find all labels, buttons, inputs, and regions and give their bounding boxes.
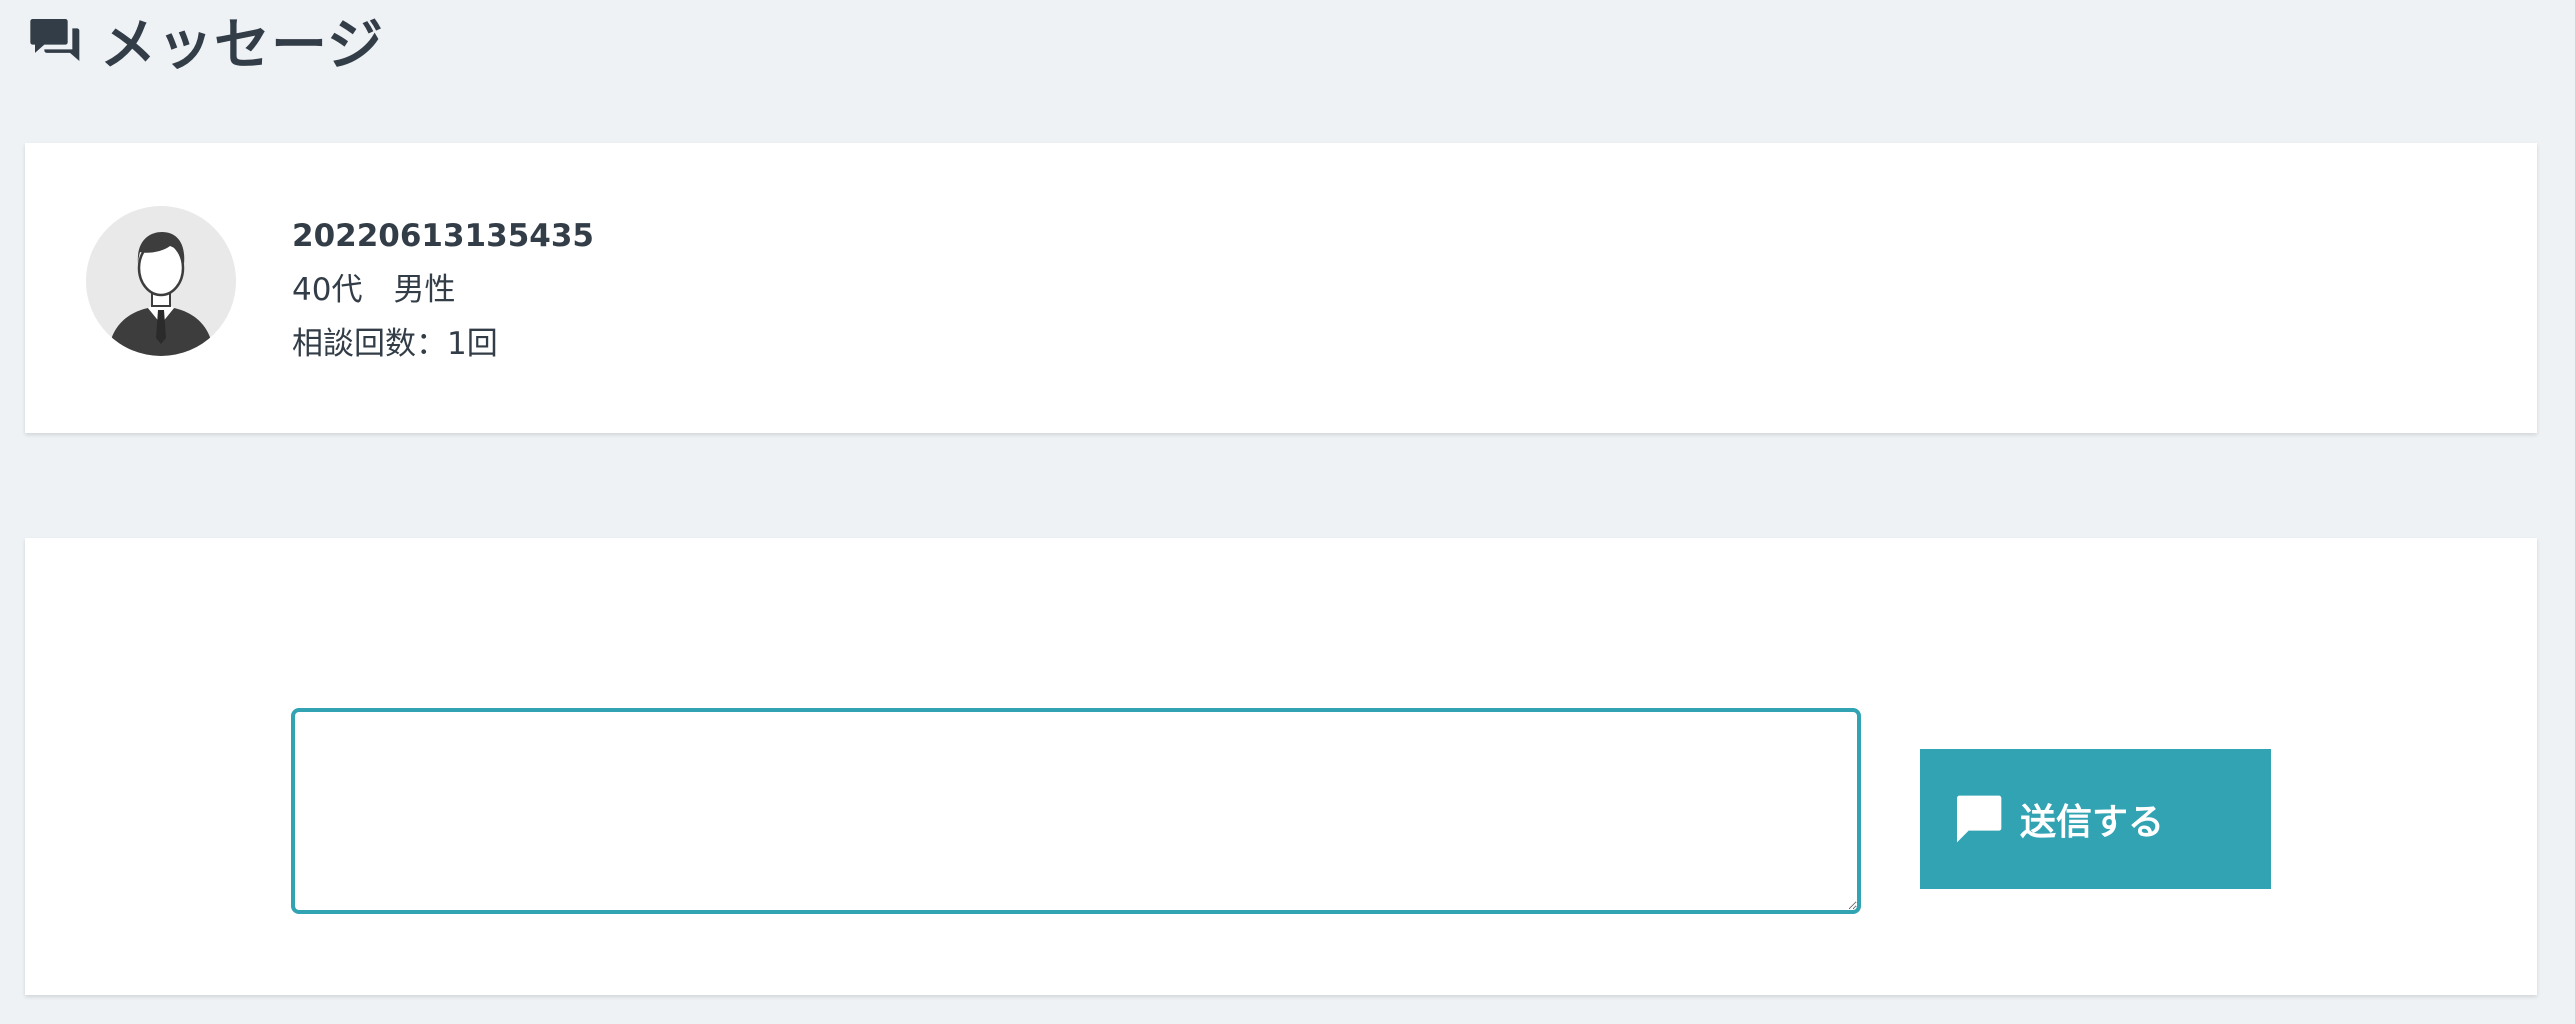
age-gender: 40代 男性 bbox=[292, 272, 456, 308]
consultation-count: 相談回数：1回 bbox=[292, 326, 498, 362]
user-avatar-icon bbox=[86, 206, 236, 356]
user-id: 20220613135435 bbox=[292, 218, 594, 254]
page-title: メッセージ bbox=[100, 12, 384, 78]
profile-info: 20220613135435 40代 男性 相談回数：1回 bbox=[292, 209, 594, 371]
send-button[interactable]: 送信する bbox=[1920, 749, 2271, 889]
chat-bubble-icon bbox=[1950, 791, 2006, 847]
compose-card: 送信する bbox=[25, 538, 2537, 995]
chat-bubbles-icon bbox=[28, 12, 84, 68]
page-header: メッセージ bbox=[28, 4, 384, 78]
profile-card: 20220613135435 40代 男性 相談回数：1回 bbox=[25, 143, 2537, 433]
message-textarea[interactable] bbox=[291, 708, 1861, 914]
send-button-label: 送信する bbox=[2020, 802, 2165, 843]
